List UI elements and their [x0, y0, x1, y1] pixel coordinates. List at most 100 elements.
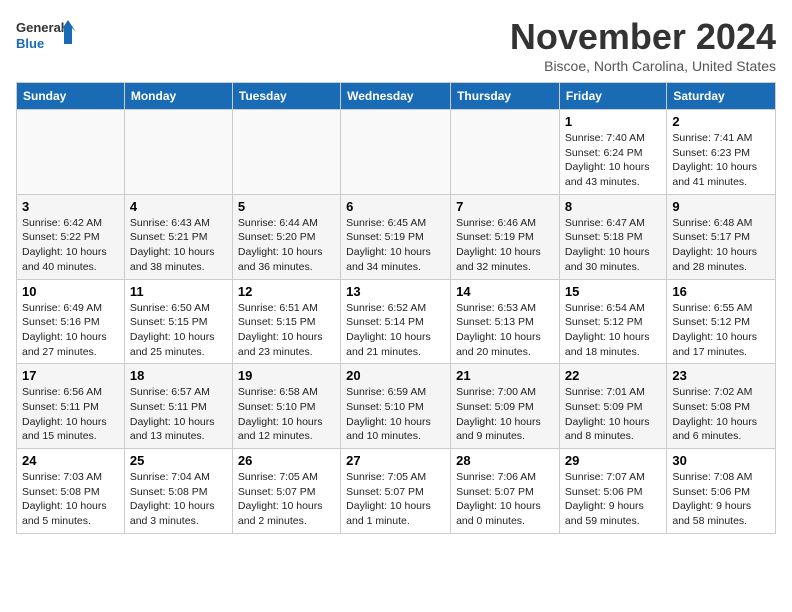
- weekday-header: Wednesday: [341, 83, 451, 110]
- day-number: 15: [565, 284, 661, 299]
- day-number: 18: [130, 368, 227, 383]
- day-number: 19: [238, 368, 335, 383]
- weekday-header-row: SundayMondayTuesdayWednesdayThursdayFrid…: [17, 83, 776, 110]
- day-info: Sunrise: 7:08 AM Sunset: 5:06 PM Dayligh…: [672, 470, 770, 529]
- calendar-cell: 21 Sunrise: 7:00 AM Sunset: 5:09 PM Dayli…: [451, 364, 560, 449]
- calendar-week-row: 10 Sunrise: 6:49 AM Sunset: 5:16 PM Dayli…: [17, 279, 776, 364]
- calendar-cell: 29 Sunrise: 7:07 AM Sunset: 5:06 PM Dayli…: [559, 449, 666, 534]
- calendar-cell: 12 Sunrise: 6:51 AM Sunset: 5:15 PM Dayli…: [232, 279, 340, 364]
- logo: General Blue: [16, 16, 76, 58]
- weekday-header: Saturday: [667, 83, 776, 110]
- title-area: November 2024 Biscoe, North Carolina, Un…: [510, 16, 776, 74]
- calendar-week-row: 3 Sunrise: 6:42 AM Sunset: 5:22 PM Daylig…: [17, 194, 776, 279]
- day-info: Sunrise: 6:55 AM Sunset: 5:12 PM Dayligh…: [672, 301, 770, 360]
- day-number: 30: [672, 453, 770, 468]
- day-info: Sunrise: 7:07 AM Sunset: 5:06 PM Dayligh…: [565, 470, 661, 529]
- day-info: Sunrise: 7:04 AM Sunset: 5:08 PM Dayligh…: [130, 470, 227, 529]
- day-info: Sunrise: 6:56 AM Sunset: 5:11 PM Dayligh…: [22, 385, 119, 444]
- weekday-header: Tuesday: [232, 83, 340, 110]
- calendar-cell: [17, 110, 125, 195]
- location: Biscoe, North Carolina, United States: [510, 58, 776, 74]
- day-info: Sunrise: 6:48 AM Sunset: 5:17 PM Dayligh…: [672, 216, 770, 275]
- day-number: 26: [238, 453, 335, 468]
- calendar-cell: 27 Sunrise: 7:05 AM Sunset: 5:07 PM Dayli…: [341, 449, 451, 534]
- calendar-cell: 6Sunrise: 6:45 AM Sunset: 5:19 PM Daylig…: [341, 194, 451, 279]
- calendar-cell: 23 Sunrise: 7:02 AM Sunset: 5:08 PM Dayli…: [667, 364, 776, 449]
- calendar-cell: 7 Sunrise: 6:46 AM Sunset: 5:19 PM Daylig…: [451, 194, 560, 279]
- day-number: 11: [130, 284, 227, 299]
- day-number: 23: [672, 368, 770, 383]
- calendar-cell: 2Sunrise: 7:41 AM Sunset: 6:23 PM Daylig…: [667, 110, 776, 195]
- day-info: Sunrise: 6:50 AM Sunset: 5:15 PM Dayligh…: [130, 301, 227, 360]
- logo-svg: General Blue: [16, 16, 76, 58]
- calendar-cell: 4 Sunrise: 6:43 AM Sunset: 5:21 PM Daylig…: [124, 194, 232, 279]
- calendar-cell: 1 Sunrise: 7:40 AM Sunset: 6:24 PM Daylig…: [559, 110, 666, 195]
- calendar-cell: 18 Sunrise: 6:57 AM Sunset: 5:11 PM Dayli…: [124, 364, 232, 449]
- calendar-cell: 22 Sunrise: 7:01 AM Sunset: 5:09 PM Dayli…: [559, 364, 666, 449]
- day-info: Sunrise: 6:47 AM Sunset: 5:18 PM Dayligh…: [565, 216, 661, 275]
- day-number: 9: [672, 199, 770, 214]
- day-number: 20: [346, 368, 445, 383]
- day-number: 12: [238, 284, 335, 299]
- day-info: Sunrise: 7:05 AM Sunset: 5:07 PM Dayligh…: [238, 470, 335, 529]
- calendar-cell: 30 Sunrise: 7:08 AM Sunset: 5:06 PM Dayli…: [667, 449, 776, 534]
- day-number: 3: [22, 199, 119, 214]
- calendar-cell: 10 Sunrise: 6:49 AM Sunset: 5:16 PM Dayli…: [17, 279, 125, 364]
- day-number: 29: [565, 453, 661, 468]
- weekday-header: Friday: [559, 83, 666, 110]
- day-number: 27: [346, 453, 445, 468]
- calendar-cell: 16Sunrise: 6:55 AM Sunset: 5:12 PM Dayli…: [667, 279, 776, 364]
- day-number: 1: [565, 114, 661, 129]
- day-number: 4: [130, 199, 227, 214]
- day-info: Sunrise: 6:54 AM Sunset: 5:12 PM Dayligh…: [565, 301, 661, 360]
- calendar-cell: 11 Sunrise: 6:50 AM Sunset: 5:15 PM Dayli…: [124, 279, 232, 364]
- calendar-cell: [124, 110, 232, 195]
- calendar-week-row: 17Sunrise: 6:56 AM Sunset: 5:11 PM Dayli…: [17, 364, 776, 449]
- day-number: 10: [22, 284, 119, 299]
- calendar-cell: 14 Sunrise: 6:53 AM Sunset: 5:13 PM Dayli…: [451, 279, 560, 364]
- day-info: Sunrise: 6:43 AM Sunset: 5:21 PM Dayligh…: [130, 216, 227, 275]
- weekday-header: Monday: [124, 83, 232, 110]
- calendar-cell: 20 Sunrise: 6:59 AM Sunset: 5:10 PM Dayli…: [341, 364, 451, 449]
- day-number: 14: [456, 284, 554, 299]
- day-info: Sunrise: 6:58 AM Sunset: 5:10 PM Dayligh…: [238, 385, 335, 444]
- day-info: Sunrise: 7:05 AM Sunset: 5:07 PM Dayligh…: [346, 470, 445, 529]
- day-info: Sunrise: 7:06 AM Sunset: 5:07 PM Dayligh…: [456, 470, 554, 529]
- calendar-cell: [451, 110, 560, 195]
- day-info: Sunrise: 7:40 AM Sunset: 6:24 PM Dayligh…: [565, 131, 661, 190]
- day-number: 28: [456, 453, 554, 468]
- day-info: Sunrise: 6:44 AM Sunset: 5:20 PM Dayligh…: [238, 216, 335, 275]
- page-header: General Blue November 2024 Biscoe, North…: [16, 16, 776, 74]
- day-info: Sunrise: 6:42 AM Sunset: 5:22 PM Dayligh…: [22, 216, 119, 275]
- calendar-cell: 19 Sunrise: 6:58 AM Sunset: 5:10 PM Dayli…: [232, 364, 340, 449]
- day-info: Sunrise: 7:01 AM Sunset: 5:09 PM Dayligh…: [565, 385, 661, 444]
- calendar-cell: 26 Sunrise: 7:05 AM Sunset: 5:07 PM Dayli…: [232, 449, 340, 534]
- day-info: Sunrise: 6:53 AM Sunset: 5:13 PM Dayligh…: [456, 301, 554, 360]
- calendar-table: SundayMondayTuesdayWednesdayThursdayFrid…: [16, 82, 776, 534]
- day-number: 7: [456, 199, 554, 214]
- calendar-cell: 5Sunrise: 6:44 AM Sunset: 5:20 PM Daylig…: [232, 194, 340, 279]
- calendar-cell: 28 Sunrise: 7:06 AM Sunset: 5:07 PM Dayli…: [451, 449, 560, 534]
- day-info: Sunrise: 6:51 AM Sunset: 5:15 PM Dayligh…: [238, 301, 335, 360]
- calendar-cell: 13Sunrise: 6:52 AM Sunset: 5:14 PM Dayli…: [341, 279, 451, 364]
- calendar-week-row: 24Sunrise: 7:03 AM Sunset: 5:08 PM Dayli…: [17, 449, 776, 534]
- day-info: Sunrise: 7:00 AM Sunset: 5:09 PM Dayligh…: [456, 385, 554, 444]
- calendar-week-row: 1 Sunrise: 7:40 AM Sunset: 6:24 PM Daylig…: [17, 110, 776, 195]
- calendar-cell: 25Sunrise: 7:04 AM Sunset: 5:08 PM Dayli…: [124, 449, 232, 534]
- svg-text:Blue: Blue: [16, 36, 44, 51]
- day-info: Sunrise: 6:49 AM Sunset: 5:16 PM Dayligh…: [22, 301, 119, 360]
- day-number: 2: [672, 114, 770, 129]
- calendar-cell: 24Sunrise: 7:03 AM Sunset: 5:08 PM Dayli…: [17, 449, 125, 534]
- calendar-cell: 15 Sunrise: 6:54 AM Sunset: 5:12 PM Dayli…: [559, 279, 666, 364]
- day-number: 22: [565, 368, 661, 383]
- day-number: 13: [346, 284, 445, 299]
- day-info: Sunrise: 6:46 AM Sunset: 5:19 PM Dayligh…: [456, 216, 554, 275]
- day-number: 8: [565, 199, 661, 214]
- day-info: Sunrise: 6:45 AM Sunset: 5:19 PM Dayligh…: [346, 216, 445, 275]
- day-info: Sunrise: 7:02 AM Sunset: 5:08 PM Dayligh…: [672, 385, 770, 444]
- calendar-cell: [232, 110, 340, 195]
- day-info: Sunrise: 6:57 AM Sunset: 5:11 PM Dayligh…: [130, 385, 227, 444]
- calendar-cell: 17Sunrise: 6:56 AM Sunset: 5:11 PM Dayli…: [17, 364, 125, 449]
- day-info: Sunrise: 6:59 AM Sunset: 5:10 PM Dayligh…: [346, 385, 445, 444]
- day-number: 21: [456, 368, 554, 383]
